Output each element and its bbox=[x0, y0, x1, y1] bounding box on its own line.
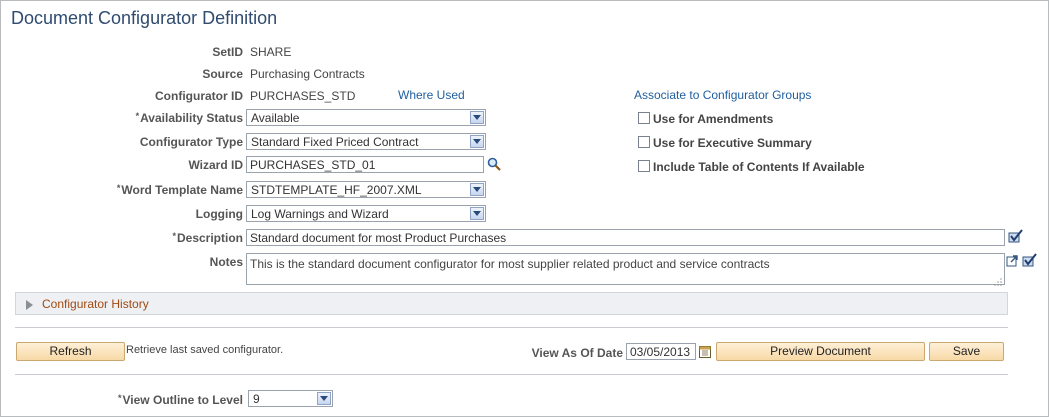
setid-label: SetID bbox=[212, 45, 243, 59]
availability-label: *Availability Status bbox=[136, 111, 243, 125]
required-mark: * bbox=[116, 183, 121, 193]
spellcheck-icon[interactable] bbox=[1008, 228, 1024, 247]
where-used-link[interactable]: Where Used bbox=[398, 88, 465, 102]
wizard-value: PURCHASES_STD_01 bbox=[250, 158, 376, 172]
configurator-history-title[interactable]: Configurator History bbox=[42, 297, 149, 311]
executive-summary-checkbox[interactable] bbox=[638, 136, 650, 148]
required-mark: * bbox=[118, 393, 122, 403]
view-as-of-label: View As Of Date bbox=[531, 346, 623, 360]
word-template-label: *Word Template Name bbox=[117, 183, 243, 197]
source-label: Source bbox=[202, 67, 243, 81]
configurator-history-section[interactable]: Configurator History bbox=[15, 292, 1008, 315]
wizard-input[interactable]: PURCHASES_STD_01 bbox=[246, 156, 484, 173]
required-mark: * bbox=[172, 231, 176, 241]
notes-textarea[interactable]: This is the standard document configurat… bbox=[246, 253, 1005, 286]
chevron-down-icon[interactable] bbox=[470, 207, 484, 220]
word-template-select[interactable]: STDTEMPLATE_HF_2007.XML bbox=[246, 181, 486, 198]
configurator-type-label: Configurator Type bbox=[139, 135, 243, 149]
divider bbox=[15, 374, 1008, 375]
setid-value: SHARE bbox=[250, 45, 292, 59]
spellcheck-icon[interactable] bbox=[1022, 252, 1038, 271]
configurator-type-value: Standard Fixed Priced Contract bbox=[251, 135, 419, 149]
refresh-note: Retrieve last saved configurator. bbox=[126, 344, 284, 356]
resize-grip-icon[interactable] bbox=[994, 275, 1002, 286]
word-template-value: STDTEMPLATE_HF_2007.XML bbox=[251, 183, 422, 197]
configurator-id-label: Configurator ID bbox=[155, 89, 243, 103]
availability-select[interactable]: Available bbox=[246, 109, 486, 126]
chevron-down-icon[interactable] bbox=[317, 392, 331, 405]
outline-label-text: View Outline to Level bbox=[122, 393, 243, 407]
lookup-search-icon[interactable] bbox=[487, 157, 501, 174]
outline-level-value: 9 bbox=[253, 392, 260, 406]
configurator-type-select[interactable]: Standard Fixed Priced Contract bbox=[246, 133, 486, 150]
refresh-button[interactable]: Refresh bbox=[16, 342, 125, 361]
calendar-icon[interactable] bbox=[699, 345, 711, 361]
toc-label: Include Table of Contents If Available bbox=[653, 160, 865, 174]
description-label: *Description bbox=[172, 231, 243, 245]
description-input[interactable]: Standard document for most Product Purch… bbox=[246, 229, 1005, 246]
outline-level-select[interactable]: 9 bbox=[248, 390, 333, 407]
chevron-down-icon[interactable] bbox=[470, 111, 484, 124]
amendments-checkbox[interactable] bbox=[638, 112, 650, 124]
availability-value: Available bbox=[251, 111, 300, 125]
notes-label: Notes bbox=[209, 255, 243, 269]
wizard-label: Wizard ID bbox=[188, 158, 243, 172]
logging-select[interactable]: Log Warnings and Wizard bbox=[246, 205, 486, 222]
divider bbox=[15, 327, 1008, 328]
required-mark: * bbox=[135, 111, 140, 121]
preview-document-button[interactable]: Preview Document bbox=[716, 342, 925, 361]
logging-label: Logging bbox=[195, 207, 243, 221]
page-title: Document Configurator Definition bbox=[11, 8, 278, 28]
executive-summary-label: Use for Executive Summary bbox=[653, 136, 812, 150]
source-value: Purchasing Contracts bbox=[250, 67, 365, 81]
logging-value: Log Warnings and Wizard bbox=[251, 207, 389, 221]
toc-checkbox[interactable] bbox=[638, 160, 650, 172]
outline-label: *View Outline to Level bbox=[118, 393, 243, 407]
chevron-down-icon[interactable] bbox=[470, 183, 484, 196]
chevron-down-icon[interactable] bbox=[470, 135, 484, 148]
expand-triangle-icon[interactable] bbox=[26, 299, 33, 313]
view-as-of-value: 03/05/2013 bbox=[630, 345, 691, 359]
view-as-of-input[interactable]: 03/05/2013 bbox=[626, 343, 696, 360]
expand-textarea-icon[interactable] bbox=[1006, 254, 1019, 270]
configurator-id-value: PURCHASES_STD bbox=[250, 89, 356, 103]
description-value: Standard document for most Product Purch… bbox=[250, 231, 507, 245]
notes-value: This is the standard document configurat… bbox=[250, 257, 770, 271]
word-template-label-text: Word Template Name bbox=[121, 183, 243, 197]
availability-label-text: Availability Status bbox=[140, 111, 243, 125]
amendments-label: Use for Amendments bbox=[653, 112, 774, 126]
associate-groups-link[interactable]: Associate to Configurator Groups bbox=[634, 88, 811, 102]
save-button[interactable]: Save bbox=[929, 342, 1004, 361]
description-label-text: Description bbox=[176, 231, 243, 245]
